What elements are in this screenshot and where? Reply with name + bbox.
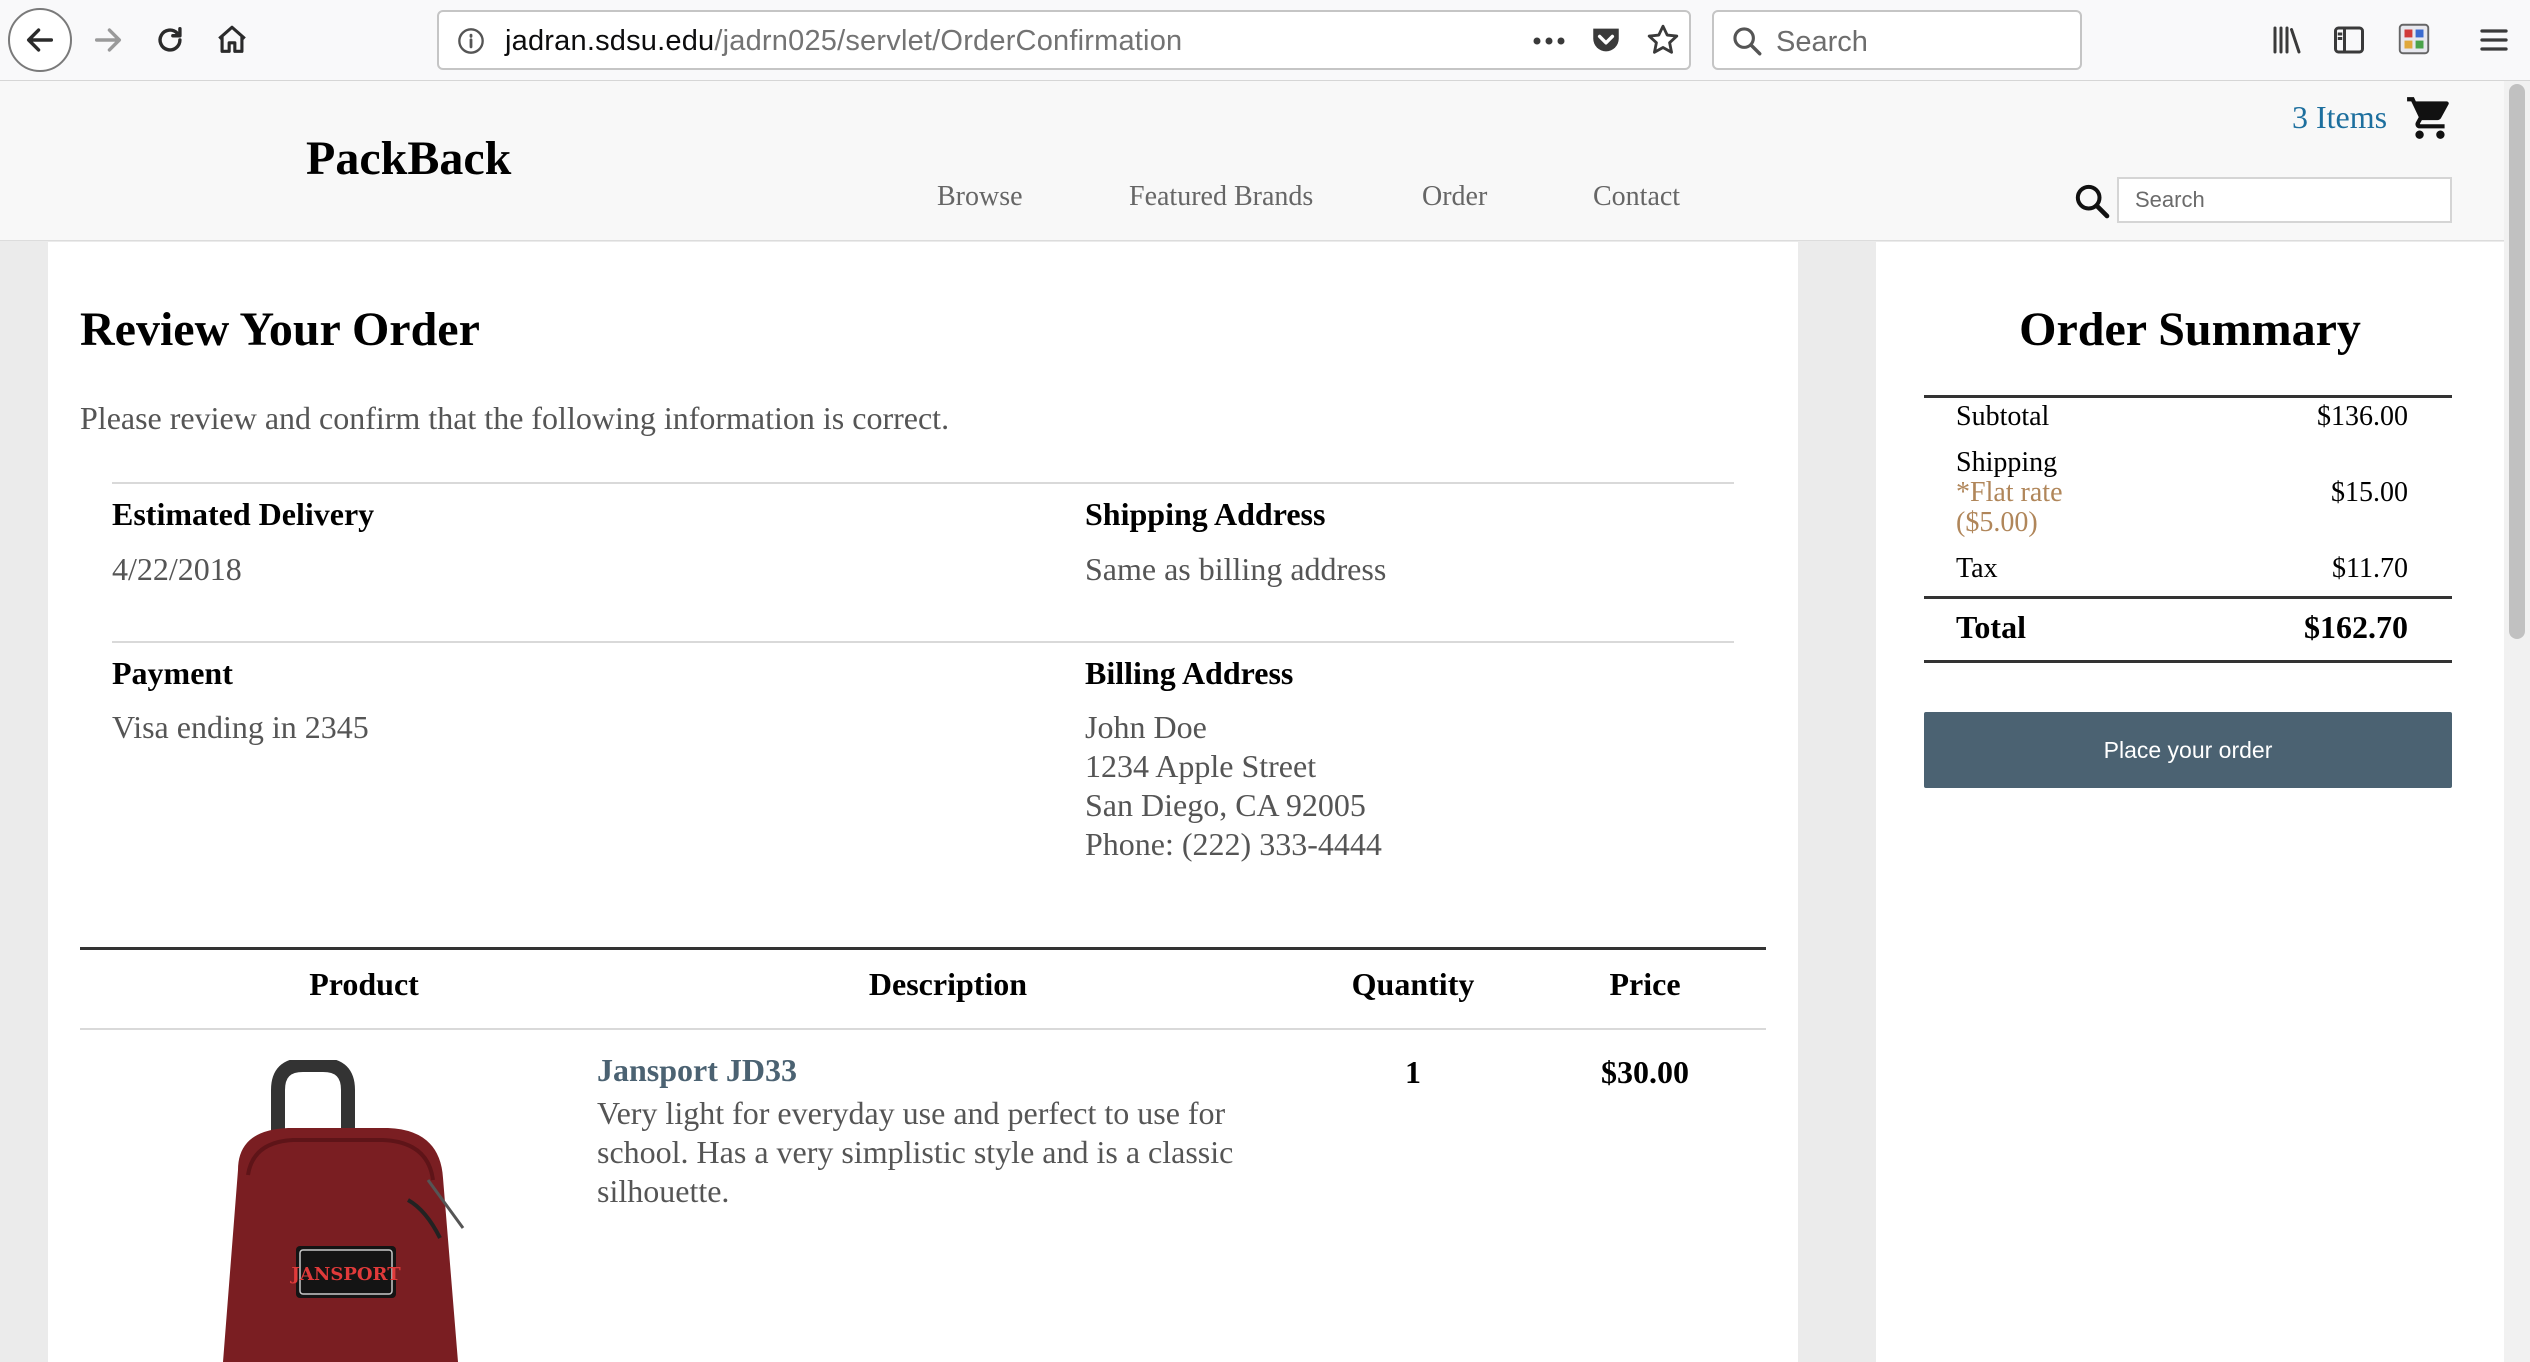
table-header-rule xyxy=(80,1028,1766,1030)
product-name-link[interactable]: Jansport JD33 xyxy=(597,1052,797,1089)
tax-value: $11.70 xyxy=(2332,553,2408,584)
billing-address-label: Billing Address xyxy=(1085,655,1294,691)
nav-featured-brands[interactable]: Featured Brands xyxy=(1129,181,1313,213)
site-search-input[interactable]: Search xyxy=(2117,177,2452,223)
reload-button[interactable] xyxy=(142,12,198,68)
subtotal-label: Subtotal xyxy=(1956,401,2050,432)
billing-street: 1234 Apple Street xyxy=(1085,748,1317,784)
billing-phone: Phone: (222) 333-4444 xyxy=(1085,826,1382,862)
product-price: $30.00 xyxy=(1601,1054,1689,1090)
subtotal-value: $136.00 xyxy=(2317,401,2408,432)
search-icon xyxy=(1733,27,1762,56)
table-top-rule xyxy=(80,947,1766,950)
review-order-panel: Review Your Order Please review and conf… xyxy=(48,242,1798,1362)
shipping-value: $15.00 xyxy=(2331,477,2408,508)
more-actions-icon[interactable] xyxy=(1529,26,1569,56)
jansport-patch-text: JANSPORT xyxy=(289,1264,401,1285)
total-value: $162.70 xyxy=(2304,609,2408,645)
forward-button[interactable] xyxy=(80,12,136,68)
browser-toolbar: jadran.sdsu.edu/jadrn025/servlet/OrderCo… xyxy=(0,0,2530,81)
product-description: Very light for everyday use and perfect … xyxy=(597,1095,1234,1209)
nav-contact[interactable]: Contact xyxy=(1593,181,1680,213)
browser-search-field[interactable]: Search xyxy=(1712,10,2082,70)
flat-rate-note: *Flat rate ($5.00) xyxy=(1956,477,2063,538)
browser-search-placeholder: Search xyxy=(1776,26,1868,58)
tax-label: Tax xyxy=(1956,553,1998,584)
scrollbar-thumb[interactable] xyxy=(2509,84,2525,639)
section-divider xyxy=(112,482,1734,484)
shipping-address-value: Same as billing address xyxy=(1085,551,1387,587)
payment-value: Visa ending in 2345 xyxy=(112,709,369,745)
summary-rule xyxy=(1924,660,2452,663)
nav-order[interactable]: Order xyxy=(1422,181,1487,213)
url-host: jadran.sdsu.edu xyxy=(505,25,715,57)
arrow-right-icon xyxy=(94,28,122,52)
search-icon[interactable] xyxy=(2072,181,2112,221)
sidebar-icon[interactable] xyxy=(2331,22,2367,58)
page-title: Review Your Order xyxy=(80,303,480,356)
payment-label: Payment xyxy=(112,655,233,691)
backpack-image[interactable]: JANSPORT xyxy=(178,1060,568,1362)
order-summary-title: Order Summary xyxy=(2019,303,2361,356)
billing-name: John Doe xyxy=(1085,709,1207,745)
url-bar[interactable]: jadran.sdsu.edu/jadrn025/servlet/OrderCo… xyxy=(437,10,1691,70)
info-icon[interactable] xyxy=(457,27,485,55)
back-button[interactable] xyxy=(8,8,72,72)
shopping-cart-icon[interactable] xyxy=(2405,93,2455,143)
column-header-price: Price xyxy=(1609,966,1681,1002)
nav-browse[interactable]: Browse xyxy=(937,181,1023,213)
billing-city: San Diego, CA 92005 xyxy=(1085,787,1366,823)
review-intro-text: Please review and confirm that the follo… xyxy=(80,400,950,436)
summary-rule xyxy=(1924,596,2452,599)
library-icon[interactable] xyxy=(2268,22,2306,58)
arrow-left-icon xyxy=(26,28,54,52)
shipping-address-label: Shipping Address xyxy=(1085,496,1326,532)
order-summary-panel: Order Summary Subtotal $136.00 Shipping … xyxy=(1876,242,2504,1362)
section-divider xyxy=(112,641,1734,643)
home-icon xyxy=(218,25,246,53)
cart-item-count[interactable]: 3 Items xyxy=(2292,99,2387,136)
brand-logo[interactable]: PackBack xyxy=(306,131,511,186)
billing-address-value: John Doe 1234 Apple Street San Diego, CA… xyxy=(1085,708,1382,864)
column-header-description: Description xyxy=(868,966,1028,1002)
bookmark-star-icon[interactable] xyxy=(1645,22,1681,58)
url-path: /jadrn025/servlet/OrderConfirmation xyxy=(714,25,1183,57)
place-order-button[interactable]: Place your order xyxy=(1924,712,2452,788)
column-header-product: Product xyxy=(309,966,419,1002)
home-button[interactable] xyxy=(204,12,260,68)
hamburger-menu-icon[interactable] xyxy=(2476,22,2512,58)
shipping-label: Shipping xyxy=(1956,447,2058,478)
pocket-icon[interactable] xyxy=(1589,23,1623,57)
extension-icon[interactable] xyxy=(2395,20,2433,58)
estimated-delivery-label: Estimated Delivery xyxy=(112,496,375,532)
summary-rule xyxy=(1924,395,2452,398)
reload-icon xyxy=(158,26,182,52)
estimated-delivery-value: 4/22/2018 xyxy=(112,551,242,587)
site-header: PackBack Browse Featured Brands Order Co… xyxy=(0,81,2504,241)
url-text[interactable]: jadran.sdsu.edu/jadrn025/servlet/OrderCo… xyxy=(505,25,1182,58)
total-label: Total xyxy=(1956,609,2026,645)
